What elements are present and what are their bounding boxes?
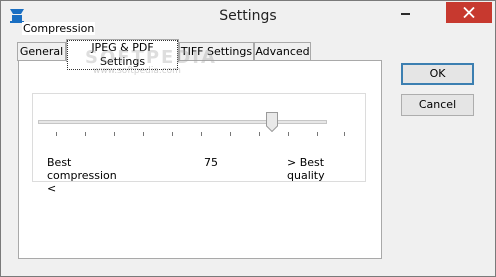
slider-tick — [172, 132, 173, 136]
best-compression-label: Best compression < — [47, 156, 117, 195]
compression-slider-track[interactable] — [38, 120, 327, 124]
close-button[interactable] — [446, 2, 492, 23]
slider-tick — [143, 132, 144, 136]
slider-tick — [230, 132, 231, 136]
slider-tick — [317, 132, 318, 136]
slider-tick — [201, 132, 202, 136]
compression-slider-thumb[interactable] — [266, 112, 278, 133]
tab-general[interactable]: General — [17, 42, 66, 61]
cancel-button[interactable]: Cancel — [401, 94, 474, 116]
settings-window: Settings General JPEG & PDF Settings TIF… — [0, 0, 496, 277]
slider-tick — [259, 132, 260, 136]
slider-tick — [56, 132, 57, 136]
compression-value: 75 — [204, 156, 218, 169]
best-quality-label: > Best quality — [287, 156, 325, 182]
minimize-button[interactable] — [391, 1, 420, 22]
slider-tick — [344, 132, 345, 136]
watermark-url: www.softpedia.com — [93, 66, 181, 76]
tab-advanced-label: Advanced — [255, 45, 310, 58]
minimize-icon — [401, 13, 410, 15]
ok-button[interactable]: OK — [401, 63, 474, 85]
tab-advanced[interactable]: Advanced — [254, 42, 311, 61]
tab-general-label: General — [19, 45, 64, 58]
slider-tick — [85, 132, 86, 136]
close-icon — [463, 7, 475, 18]
slider-tick — [114, 132, 115, 136]
watermark: SOFTPEDIA — [85, 47, 217, 68]
compression-group-label: Compression — [22, 22, 96, 35]
slider-tick — [288, 132, 289, 136]
